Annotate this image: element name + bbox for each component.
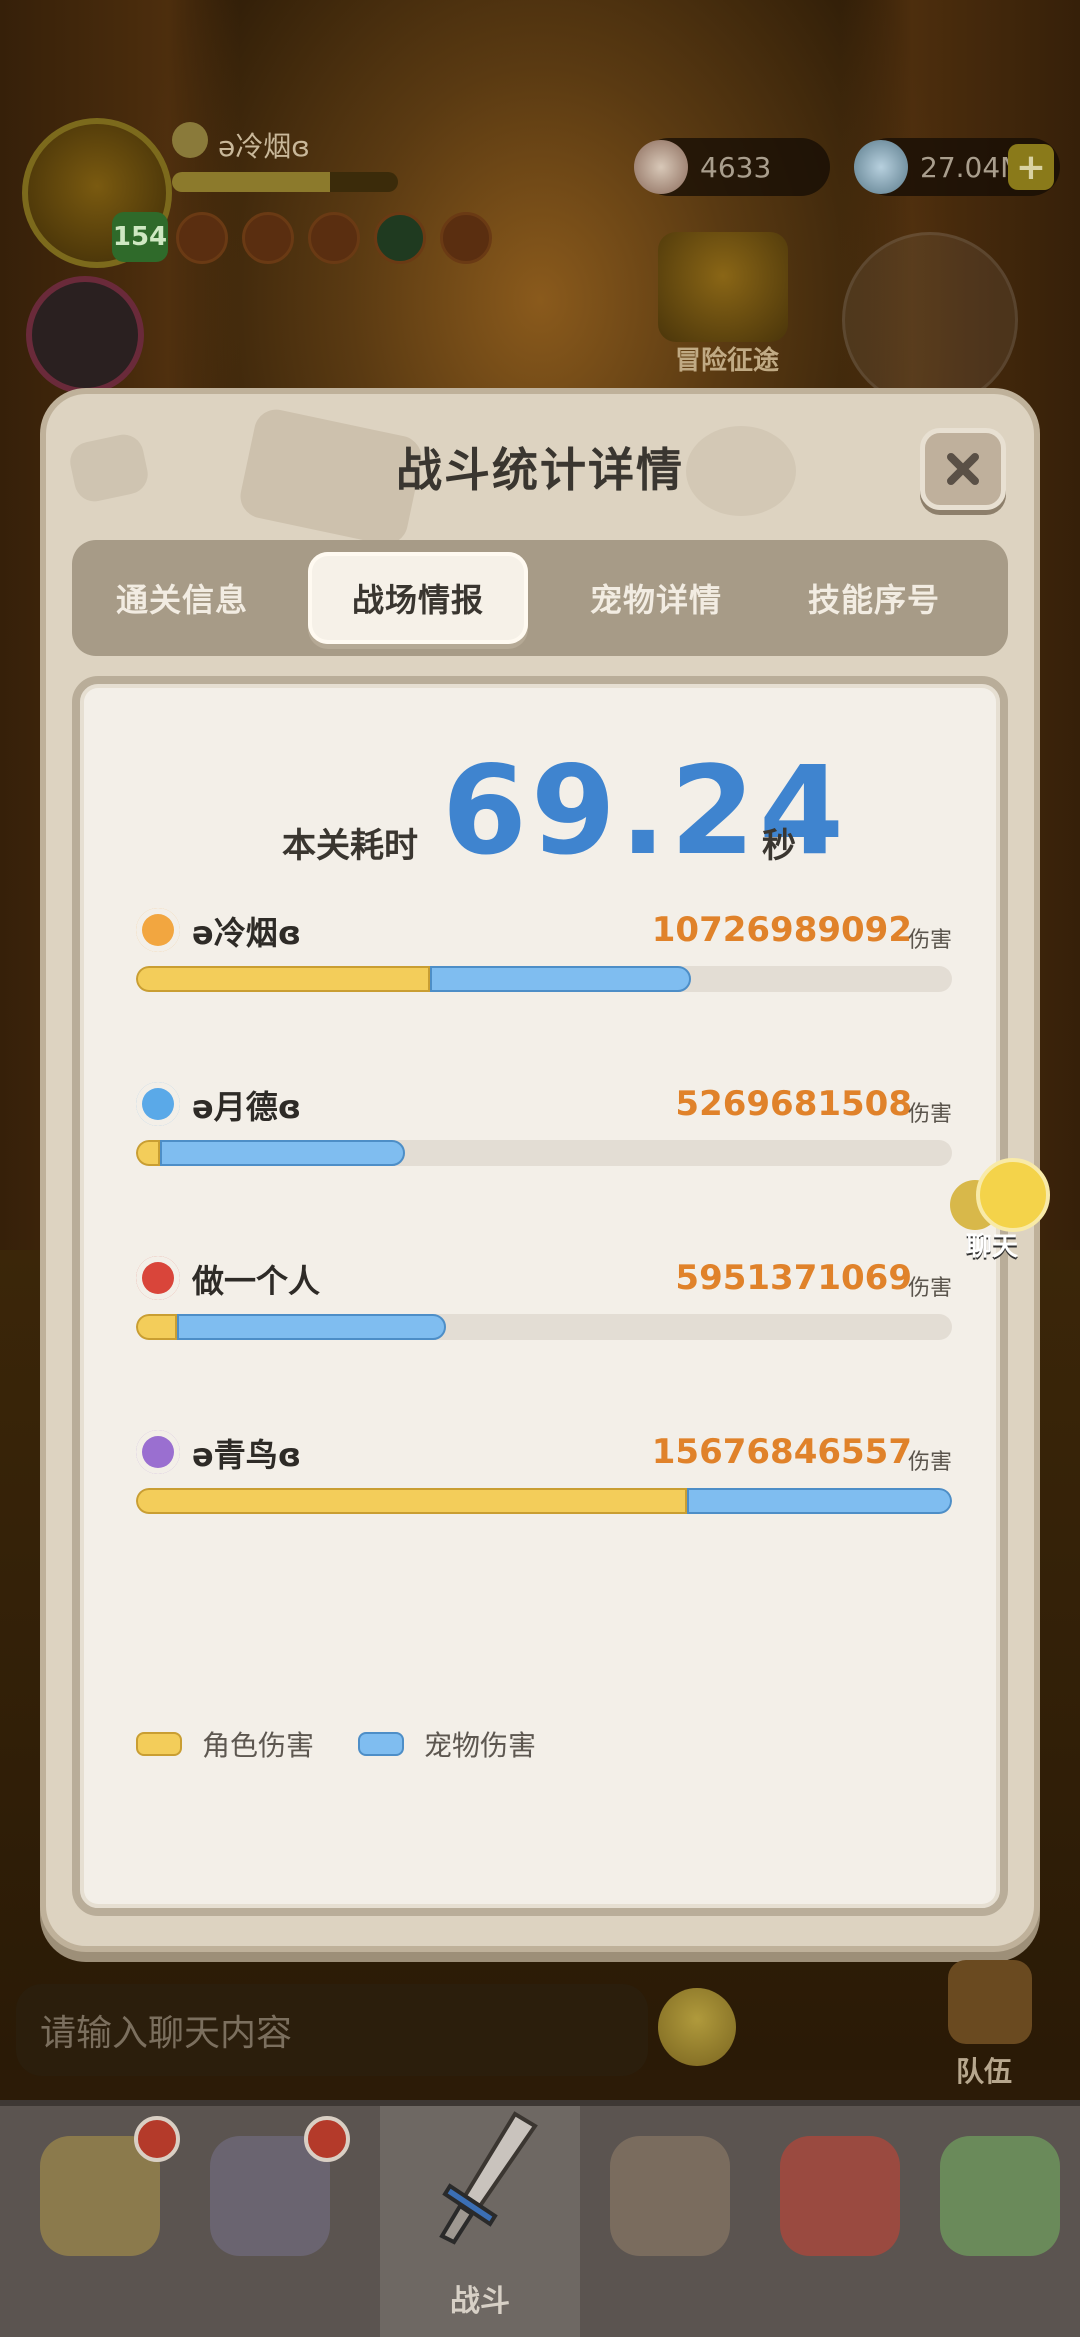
nav-item-master[interactable] — [590, 2116, 750, 2316]
damage-unit: 伤害 — [907, 1276, 952, 1301]
buff-icons[interactable] — [176, 212, 492, 264]
player-level-badge: 154 — [112, 212, 168, 262]
clear-time-row: 本关耗时 69.24 秒 — [80, 732, 1000, 882]
stats-panel: 本关耗时 69.24 秒 ə冷烟ɞ 10726989092 伤害 ə月德ɞ 52… — [72, 676, 1008, 1916]
nav-item-battle[interactable]: 战斗 — [380, 2106, 580, 2337]
buff-icon[interactable] — [374, 212, 426, 264]
nav-battle-label: 战斗 — [450, 2284, 510, 2319]
nav-item-pet[interactable] — [760, 2116, 920, 2316]
tab-skill-order[interactable]: 技能序号 — [764, 540, 984, 656]
resource-pearl-counter[interactable]: 27.04M + — [854, 138, 1060, 196]
buff-icon[interactable] — [308, 212, 360, 264]
buff-icon[interactable] — [242, 212, 294, 264]
damage-unit: 伤害 — [907, 1450, 952, 1475]
team-icon — [948, 1960, 1032, 2044]
battle-stats-modal: 战斗统计详情 通关信息 战场情报 宠物详情 技能序号 本关耗时 69.24 秒 … — [46, 394, 1034, 1946]
player-class-icon — [136, 1256, 180, 1300]
tab-battlefield-intel[interactable]: 战场情报 — [308, 552, 528, 644]
buff-icon[interactable] — [176, 212, 228, 264]
pet-damage-segment — [430, 966, 691, 992]
companion-avatar[interactable] — [26, 276, 144, 394]
add-resource-button[interactable]: + — [1008, 144, 1054, 190]
role-damage-segment — [136, 1314, 177, 1340]
nav-item-guild[interactable] — [920, 2116, 1080, 2316]
compass-minimap[interactable] — [842, 232, 1018, 408]
player-name: ə冷烟ɞ — [218, 130, 310, 163]
legend-role-label: 角色伤害 — [202, 1729, 315, 1762]
shell-icon — [634, 140, 688, 194]
master-icon — [610, 2136, 730, 2256]
chat-input[interactable]: 请输入聊天内容 — [16, 1984, 648, 2076]
damage-bar — [136, 1140, 952, 1166]
player-name: ə冷烟ɞ — [192, 914, 302, 952]
legend-pet-label: 宠物伤害 — [424, 1729, 537, 1762]
damage-bar — [136, 1488, 952, 1514]
role-damage-segment — [136, 1140, 160, 1166]
buff-icon[interactable] — [440, 212, 492, 264]
notification-dot — [304, 2116, 350, 2162]
team-label: 队伍 — [956, 2055, 1013, 2088]
player-damage-row: 做一个人 5951371069 伤害 — [136, 1248, 952, 1358]
guild-icon — [940, 2136, 1060, 2256]
player-exp-bar — [172, 172, 398, 192]
pet-damage-segment — [177, 1314, 446, 1340]
pet-damage-segment — [687, 1488, 952, 1514]
close-button[interactable] — [920, 428, 1006, 510]
damage-value: 5951371069 — [675, 1258, 912, 1298]
chat-float-button[interactable]: 聊天 — [950, 1158, 1060, 1262]
chat-face-icon — [976, 1158, 1050, 1232]
adventure-badge-icon[interactable] — [658, 232, 788, 342]
clear-time-label: 本关耗时 — [282, 826, 418, 866]
clear-time-unit: 秒 — [762, 826, 796, 866]
player-name: ə青鸟ɞ — [192, 1436, 302, 1474]
player-class-icon — [136, 1430, 180, 1474]
player-name: 做一个人 — [192, 1262, 321, 1300]
player-class-icon — [136, 908, 180, 952]
legend-role-swatch — [136, 1732, 182, 1756]
damage-value: 15676846557 — [651, 1432, 912, 1472]
damage-value: 5269681508 — [675, 1084, 912, 1124]
sword-icon — [439, 2111, 538, 2245]
damage-bar — [136, 1314, 952, 1340]
modal-title: 战斗统计详情 — [396, 443, 684, 497]
nav-item-hero[interactable] — [190, 2116, 350, 2316]
player-class-icon — [136, 1082, 180, 1126]
tab-clear-info[interactable]: 通关信息 — [72, 540, 292, 656]
adventure-label: 冒险征途 — [674, 346, 779, 376]
damage-value: 10726989092 — [651, 910, 912, 950]
damage-legend: 角色伤害 宠物伤害 — [136, 1724, 580, 1764]
emoji-button[interactable] — [658, 1988, 736, 2066]
player-name: ə月德ɞ — [192, 1088, 302, 1126]
damage-unit: 伤害 — [907, 928, 952, 953]
legend-pet-swatch — [358, 1732, 405, 1756]
tab-bar: 通关信息 战场情报 宠物详情 技能序号 — [72, 540, 1008, 656]
player-damage-row: ə冷烟ɞ 10726989092 伤害 — [136, 900, 952, 1010]
pet-damage-segment — [160, 1140, 405, 1166]
resource-shell-counter[interactable]: 4633 — [634, 138, 830, 196]
pearl-icon — [854, 140, 908, 194]
pet-icon — [780, 2136, 900, 2256]
damage-bar — [136, 966, 952, 992]
close-icon — [947, 453, 979, 485]
tab-pet-details[interactable]: 宠物详情 — [546, 540, 766, 656]
player-face-icon — [172, 122, 208, 158]
role-damage-segment — [136, 966, 430, 992]
chat-float-label: 聊天 — [966, 1232, 1019, 1262]
player-damage-row: ə月德ɞ 5269681508 伤害 — [136, 1074, 952, 1184]
damage-unit: 伤害 — [907, 1102, 952, 1127]
player-damage-row: ə青鸟ɞ 15676846557 伤害 — [136, 1422, 952, 1532]
bottom-nav: 战斗 — [0, 2100, 1080, 2337]
team-button[interactable]: 队伍 — [934, 1960, 1044, 2100]
nav-item-character[interactable] — [20, 2116, 180, 2316]
role-damage-segment — [136, 1488, 687, 1514]
notification-dot — [134, 2116, 180, 2162]
